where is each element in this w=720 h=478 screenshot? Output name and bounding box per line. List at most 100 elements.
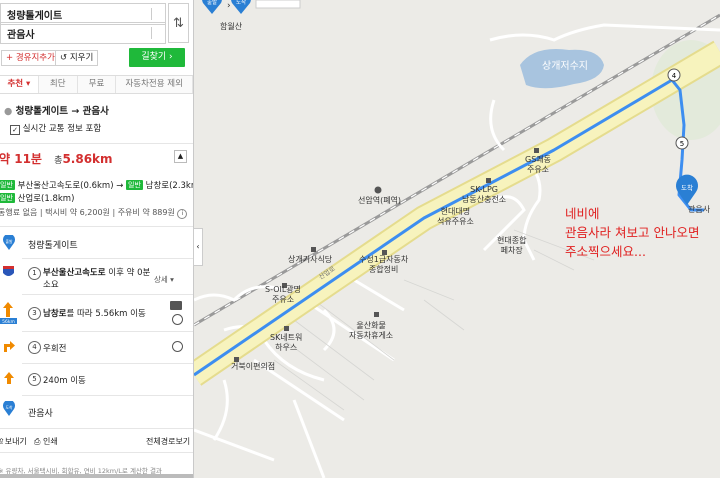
swap-icon[interactable]: ⇅ (168, 3, 189, 43)
label-sk-lpg: SK-LPG 남동산충전소 (462, 185, 507, 204)
map-control (255, 0, 301, 9)
destination-pin-label: 도착 (681, 184, 693, 192)
map-area[interactable]: 4 5 도착 출발 › 도착 함월산 상개저수지 GS쾌동 주유소 SK-LPG… (194, 0, 720, 478)
camera-icon (172, 341, 183, 352)
route-time: 약 11분 (0, 152, 42, 166)
divider (0, 428, 193, 429)
road-segment-1: 부산울산고속도로(0.6km) → (17, 181, 124, 191)
step-2-distance-tag: 56km (2, 319, 15, 325)
road-list-line1: 일반 부산울산고속도로(0.6km) → 일반 남창로(2.3km) → (0, 179, 193, 191)
add-waypoint-button[interactable]: + 경유지추가 (1, 50, 60, 66)
step-end-label: 관음사 (28, 409, 53, 419)
note-line-1: 네비에 (565, 206, 600, 221)
step-1-number: 1 (28, 267, 41, 280)
send-label: 보내기 (4, 437, 27, 446)
highway-shield-icon (2, 265, 15, 279)
arrow-icon: › (227, 1, 231, 11)
origin-value: 청량톨게이트 (7, 11, 63, 22)
destination-dropdown-icon[interactable] (151, 27, 162, 39)
tab-recommended[interactable]: 추천 ▾ (0, 76, 39, 93)
step-1-road: 부산울산고속도로 (43, 268, 106, 278)
road-list-line2: 일반 산업로(1.8km) (0, 192, 74, 204)
divider (22, 294, 193, 295)
print-button[interactable]: ⎙ 인쇄 (34, 436, 58, 447)
step-1-desc: 이후 약 0분 (105, 268, 151, 278)
label-gs-station: GS쾌동 주유소 (525, 155, 551, 174)
label-reservoir: 상개저수지 (542, 61, 588, 72)
divider (22, 258, 193, 259)
label-s-oil: S-OIL광명 주유소 (265, 285, 302, 304)
scrollbar[interactable] (0, 474, 193, 478)
full-route-link[interactable]: 전체경로보기 › (146, 436, 193, 447)
route-sidebar: 청량톨게이트 관음사 ⇅ + 경유지추가 ↺ 지우기 길찾기 › 추천 ▾ 최단… (0, 0, 194, 478)
route-option-tabs: 추천 ▾ 최단 무료 자동차전용 제외 (0, 75, 193, 94)
cost-line: 통행료 없음 | 택시비 약 6,200원 | 주유비 약 889원 (0, 208, 175, 217)
annotation-note: 네비에 관음사라 쳐보고 안나오면 주소찍으세요... (565, 204, 699, 261)
step-1-detail-toggle[interactable]: 상세 ▾ (154, 274, 174, 285)
swap-glyph: ⇅ (173, 15, 184, 31)
origin-dropdown-icon[interactable] (151, 8, 162, 20)
divider (0, 226, 193, 227)
step-4-text: 240m 이동 (43, 376, 86, 386)
step-2-number: 3 (28, 307, 41, 320)
step-2-desc: 를 따라 5.56km 이동 (66, 309, 146, 319)
step-2-road: 남창로 (43, 309, 67, 319)
find-route-button[interactable]: 길찾기 › (129, 48, 185, 67)
end-pin-small-label: 도착 (236, 0, 246, 6)
destination-value: 관음사 (7, 30, 35, 41)
label-sk-network: SK네트워 하우스 (270, 333, 303, 352)
right-turn-arrow-icon (2, 339, 16, 353)
route-title-text: 청량톨게이트 → 관음사 (15, 106, 109, 117)
label-suseong: 수성1급자동차 종합정비 (359, 255, 409, 274)
label-hamwolsan: 함월산 (220, 22, 243, 31)
step-2-text: 남창로를 따라 5.56km 이동 (43, 307, 146, 319)
route-title: ● 청량톨게이트 → 관음사 (4, 103, 109, 117)
camera-icon (172, 314, 183, 325)
realtime-option[interactable]: ✓ 실시간 교통 정보 포함 (10, 122, 101, 135)
road-badge: 일반 (0, 193, 15, 203)
road-segment-3: 산업로(1.8km) (17, 194, 75, 204)
collapse-summary-icon[interactable]: ▲ (174, 150, 187, 163)
cost-info: 통행료 없음 | 택시비 약 6,200원 | 주유비 약 889원 i (0, 207, 188, 219)
tab-exclude-expressway[interactable]: 자동차전용 제외 (116, 76, 193, 93)
note-line-3: 주소찍으세요... (565, 244, 646, 259)
send-button[interactable]: ⇪보내기 (0, 436, 27, 447)
start-pin-label: 출발 (207, 0, 217, 6)
step-3-text: 우회전 (43, 344, 67, 354)
label-hyundai-gas: 현대대명 석유주유소 (437, 207, 474, 226)
straight-arrow-icon: 56km (0, 301, 17, 325)
step-1-text: 부산울산고속도로 이후 약 0분 소요 (43, 267, 150, 291)
step-3-number: 4 (28, 341, 41, 354)
collapse-panel-icon[interactable]: ‹ (193, 228, 203, 266)
step-4-number: 5 (28, 373, 41, 386)
realtime-checkbox[interactable]: ✓ (10, 125, 20, 135)
divider (22, 363, 193, 364)
note-line-2: 관음사라 쳐보고 안나오면 (565, 225, 700, 240)
label-ulsan-freight: 울산화물 자동차휴게소 (349, 321, 394, 340)
info-icon[interactable]: i (177, 209, 188, 219)
route-distance: 5.86km (62, 152, 113, 166)
divider (22, 395, 193, 396)
print-label: 인쇄 (42, 437, 58, 446)
label-restaurant: 상개기사식당 (288, 255, 333, 264)
route-summary: 약 11분 총5.86km (0, 150, 113, 167)
tab-shortest[interactable]: 최단 (39, 76, 78, 93)
straight-arrow-icon (3, 371, 15, 385)
road-sign-icon (170, 301, 182, 310)
step-1-desc2: 소요 (43, 280, 59, 290)
print-icon: ⎙ (34, 437, 43, 446)
divider (0, 452, 193, 453)
destination-input[interactable]: 관음사 (0, 22, 166, 44)
tab-free[interactable]: 무료 (78, 76, 117, 93)
divider (22, 331, 193, 332)
realtime-label: 실시간 교통 정보 포함 (22, 124, 102, 134)
step-start-label: 청량톨게이트 (28, 241, 78, 251)
start-pin-icon: 출발 (2, 233, 16, 251)
start-pin-text: 출발 (6, 239, 13, 244)
road-badge: 일반 (126, 180, 143, 190)
label-hyundai-truck: 현대종합 페차장 (497, 236, 527, 255)
divider (0, 143, 193, 144)
label-geobuk: 거북이편의점 (231, 362, 276, 371)
clear-button[interactable]: ↺ 지우기 (55, 50, 99, 66)
road-segment-2: 남창로(2.3km) → (145, 181, 193, 191)
